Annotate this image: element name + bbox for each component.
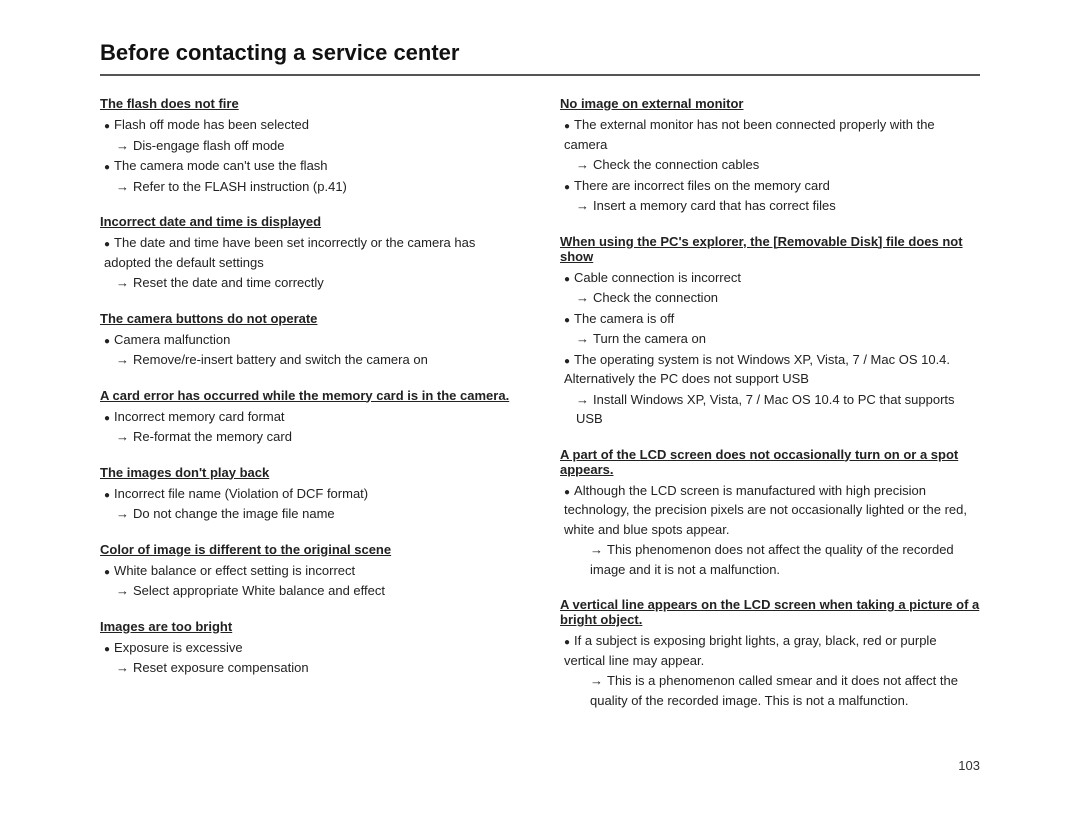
section-card-error: A card error has occurred while the memo… (100, 388, 520, 447)
item-flash-3: Refer to the FLASH instruction (p.41) (116, 177, 520, 197)
item-flash-0: Flash off mode has been selected (104, 115, 520, 135)
left-column: The flash does not fire Flash off mode ha… (100, 96, 520, 728)
item-no-image-1: Check the connection cables (576, 155, 980, 175)
section-title-removable-disk: When using the PC's explorer, the [Remov… (560, 234, 980, 264)
section-buttons: The camera buttons do not operate Camera … (100, 311, 520, 370)
section-title-no-image: No image on external monitor (560, 96, 980, 111)
item-removable-disk-2: The camera is off (564, 309, 980, 329)
item-no-image-3: Insert a memory card that has correct fi… (576, 196, 980, 216)
item-buttons-1: Remove/re-insert battery and switch the … (116, 350, 520, 370)
item-removable-disk-0: Cable connection is incorrect (564, 268, 980, 288)
item-flash-2: The camera mode can't use the flash (104, 156, 520, 176)
item-playback-0: Incorrect file name (Violation of DCF fo… (104, 484, 520, 504)
item-card-error-1: Re-format the memory card (116, 427, 520, 447)
item-playback-1: Do not change the image file name (116, 504, 520, 524)
item-removable-disk-3: Turn the camera on (576, 329, 980, 349)
item-date-1: Reset the date and time correctly (116, 273, 520, 293)
section-title-date: Incorrect date and time is displayed (100, 214, 520, 229)
page: Before contacting a service center The f… (50, 0, 1030, 813)
section-bright: Images are too bright Exposure is excessi… (100, 619, 520, 678)
section-playback: The images don't play back Incorrect file… (100, 465, 520, 524)
section-flash: The flash does not fire Flash off mode ha… (100, 96, 520, 196)
item-card-error-0: Incorrect memory card format (104, 407, 520, 427)
section-title-color: Color of image is different to the origi… (100, 542, 520, 557)
item-removable-disk-1: Check the connection (576, 288, 980, 308)
item-no-image-0: The external monitor has not been connec… (564, 115, 980, 154)
columns: The flash does not fire Flash off mode ha… (100, 96, 980, 728)
item-removable-disk-5: Install Windows XP, Vista, 7 / Mac OS 10… (576, 390, 980, 429)
item-flash-1: Dis-engage flash off mode (116, 136, 520, 156)
section-date: Incorrect date and time is displayed The … (100, 214, 520, 293)
section-color: Color of image is different to the origi… (100, 542, 520, 601)
item-color-1: Select appropriate White balance and eff… (116, 581, 520, 601)
section-title-card-error: A card error has occurred while the memo… (100, 388, 520, 403)
section-no-image: No image on external monitor The external… (560, 96, 980, 216)
item-buttons-0: Camera malfunction (104, 330, 520, 350)
item-vertical-line-0: If a subject is exposing bright lights, … (564, 631, 980, 670)
item-lcd-spot-1: This phenomenon does not affect the qual… (590, 540, 980, 579)
right-column: No image on external monitor The external… (560, 96, 980, 728)
section-title-flash: The flash does not fire (100, 96, 520, 111)
item-lcd-spot-0: Although the LCD screen is manufactured … (564, 481, 980, 540)
section-title-bright: Images are too bright (100, 619, 520, 634)
page-title: Before contacting a service center (100, 40, 980, 76)
item-bright-1: Reset exposure compensation (116, 658, 520, 678)
item-removable-disk-4: The operating system is not Windows XP, … (564, 350, 980, 389)
section-title-buttons: The camera buttons do not operate (100, 311, 520, 326)
section-removable-disk: When using the PC's explorer, the [Remov… (560, 234, 980, 429)
item-color-0: White balance or effect setting is incor… (104, 561, 520, 581)
section-title-playback: The images don't play back (100, 465, 520, 480)
item-no-image-2: There are incorrect files on the memory … (564, 176, 980, 196)
item-date-0: The date and time have been set incorrec… (104, 233, 520, 272)
section-title-lcd-spot: A part of the LCD screen does not occasi… (560, 447, 980, 477)
section-vertical-line: A vertical line appears on the LCD scree… (560, 597, 980, 710)
section-lcd-spot: A part of the LCD screen does not occasi… (560, 447, 980, 580)
item-vertical-line-1: This is a phenomenon called smear and it… (590, 671, 980, 710)
section-title-vertical-line: A vertical line appears on the LCD scree… (560, 597, 980, 627)
item-bright-0: Exposure is excessive (104, 638, 520, 658)
page-number: 103 (100, 758, 980, 773)
